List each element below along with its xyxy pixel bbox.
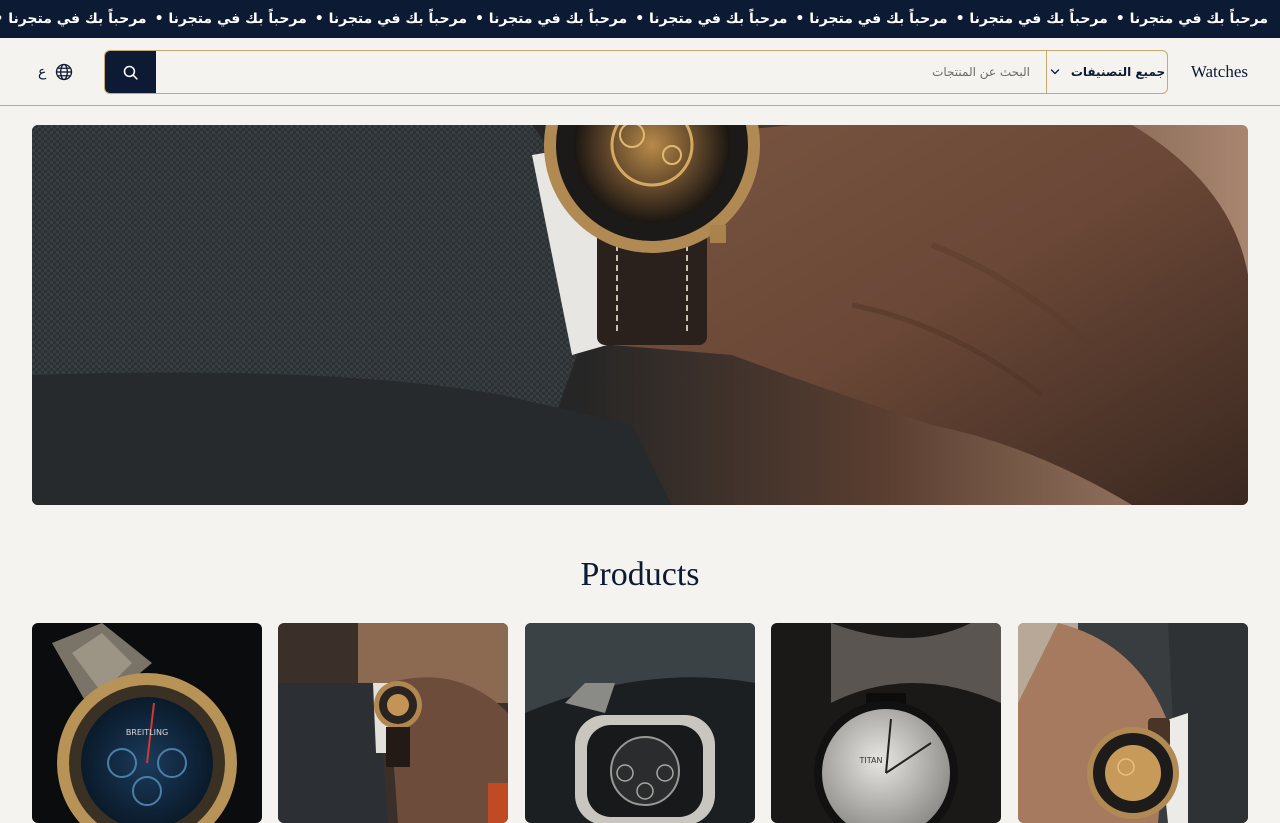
announcement-marquee: مرحباً بك في متجرنا • مرحباً بك في متجرنا… [0, 0, 1272, 38]
announcement-item: مرحباً بك في متجرنا • [0, 11, 147, 27]
globe-icon [56, 63, 73, 81]
announcement-item: مرحباً بك في متجرنا • [474, 11, 628, 27]
product-card[interactable] [278, 623, 508, 823]
product-card[interactable]: TITAN [771, 623, 1001, 823]
announcement-item: مرحباً بك في متجرنا • [795, 11, 948, 27]
product-image: TITAN [771, 623, 1001, 823]
dial-brand-text: TITAN [859, 756, 883, 765]
product-image [278, 623, 508, 823]
product-image [525, 623, 755, 823]
language-label: ع [38, 64, 47, 80]
search-bar: جميع التصنيفات [104, 50, 1168, 94]
category-label: جميع التصنيفات [1070, 65, 1166, 79]
announcement-item: مرحباً بك في متجرنا • [154, 11, 307, 27]
announcement-item: مرحباً بك في متجرنا • [314, 11, 467, 27]
watch-on-wrist-image [32, 125, 1248, 505]
search-button[interactable] [105, 51, 156, 93]
product-image [1018, 623, 1248, 823]
product-card[interactable]: BREITLING [32, 623, 262, 823]
announcement-item: مرحباً بك في متجرنا • [635, 11, 788, 27]
search-input[interactable] [156, 51, 1046, 93]
brand-logo[interactable]: Watches [1191, 38, 1248, 106]
category-dropdown[interactable]: جميع التصنيفات [1046, 51, 1167, 93]
chevron-down-icon [1050, 69, 1059, 75]
language-switcher[interactable]: ع [38, 38, 74, 106]
announcement-bar: مرحباً بك في متجرنا • مرحباً بك في متجرنا… [0, 0, 1280, 38]
product-image: BREITLING [32, 623, 262, 823]
hero-banner[interactable] [32, 125, 1248, 505]
search-icon [123, 65, 138, 80]
products-heading: Products [580, 556, 700, 593]
dial-brand-text: BREITLING [126, 728, 168, 737]
announcement-item: مرحباً بك في متجرنا • [955, 11, 1108, 27]
product-card[interactable] [1018, 623, 1248, 823]
site-header: ع جميع التصنيفات Watches [0, 38, 1280, 106]
announcement-item: مرحباً بك في متجرنا • [1115, 11, 1268, 27]
product-card[interactable] [525, 623, 755, 823]
